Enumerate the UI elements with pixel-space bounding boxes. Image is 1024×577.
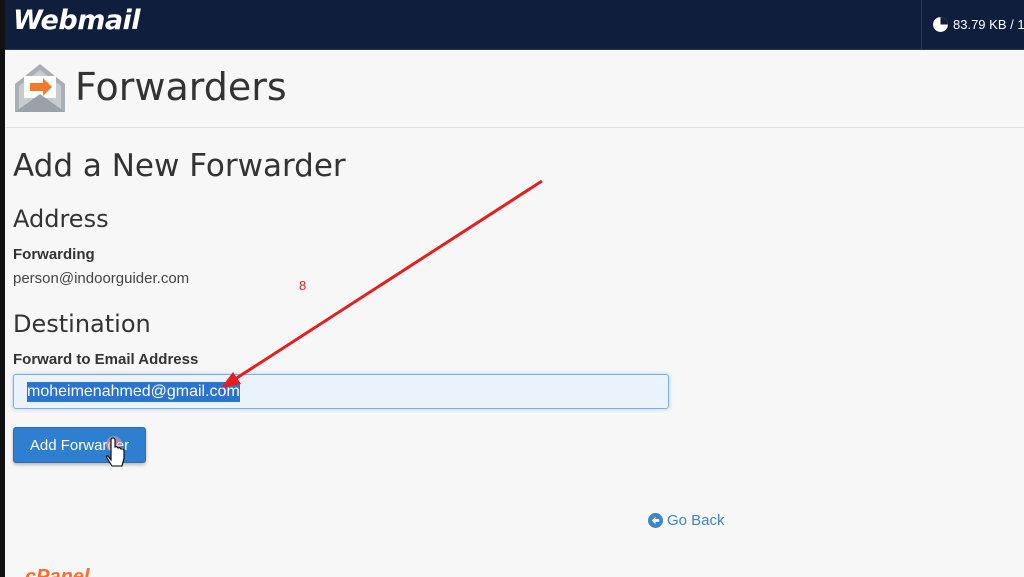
webmail-window: Webmail 83.79 KB / 1 Forwarders Add a Ne… — [5, 0, 1024, 577]
disk-usage-indicator[interactable]: 83.79 KB / 1 — [921, 0, 1024, 49]
forwarding-address-value: person@indoorguider.com — [13, 270, 190, 287]
address-heading: Address — [13, 205, 109, 233]
page-header: Forwarders — [5, 49, 1024, 128]
step-annotation: 8 — [299, 278, 307, 293]
forward-to-label: Forward to Email Address — [13, 351, 199, 368]
forward-to-email-value: moheimenahmed@gmail.com — [27, 381, 240, 402]
forwarding-label: Forwarding — [13, 246, 95, 263]
forward-to-email-input[interactable]: moheimenahmed@gmail.com — [13, 374, 669, 409]
cpanel-logo[interactable]: cPanel — [25, 566, 89, 577]
disk-usage-text: 83.79 KB / 1 — [953, 17, 1024, 32]
go-back-link[interactable]: Go Back — [648, 512, 725, 529]
email-forward-icon — [15, 64, 65, 112]
top-navigation-bar: Webmail 83.79 KB / 1 — [5, 0, 1024, 50]
section-title: Add a New Forwarder — [13, 148, 346, 184]
pie-chart-icon — [933, 17, 948, 32]
webmail-logo[interactable]: Webmail — [13, 5, 141, 36]
page-title: Forwarders — [75, 65, 287, 109]
arrow-circle-left-icon — [648, 513, 663, 528]
go-back-label: Go Back — [667, 512, 725, 529]
hand-cursor-icon — [106, 436, 125, 467]
destination-heading: Destination — [13, 310, 151, 338]
